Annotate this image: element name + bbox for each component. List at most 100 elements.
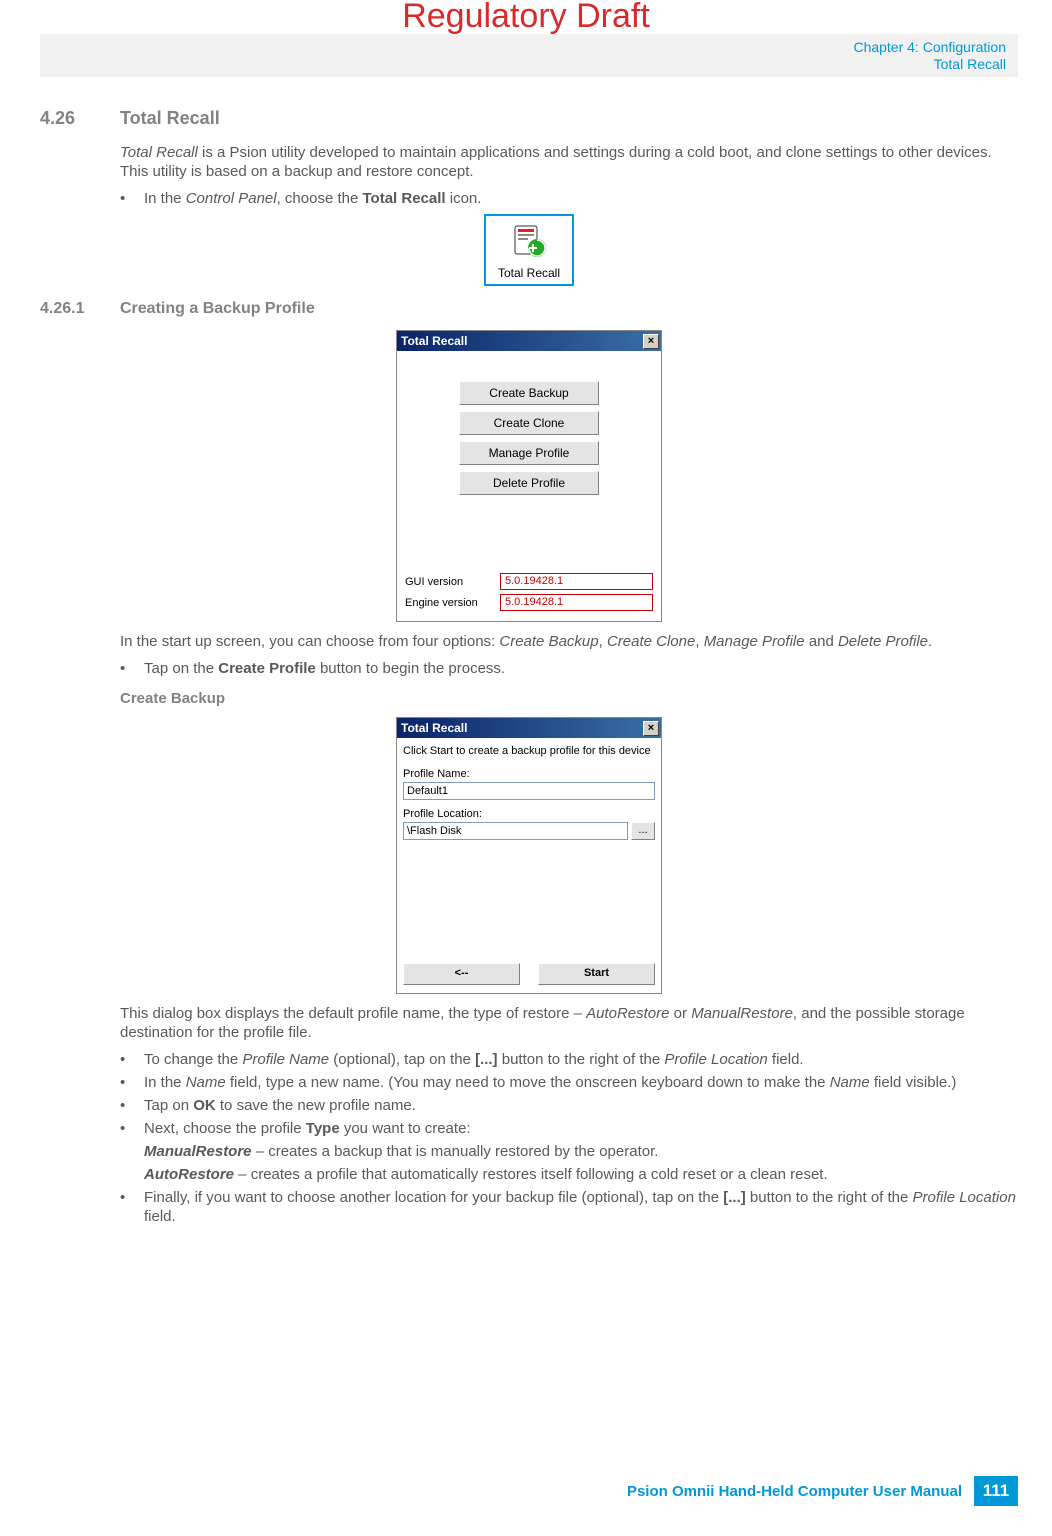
t: Control Panel [186, 190, 277, 207]
bullet-text: In the Control Panel, choose the Total R… [144, 189, 1018, 208]
t: , choose the [277, 190, 363, 207]
t: field, type a new name. (You may need to… [226, 1074, 830, 1091]
create-backup-button[interactable]: Create Backup [459, 381, 599, 405]
t: AutoRestore [144, 1166, 234, 1183]
footer: Psion Omnii Hand-Held Computer User Manu… [627, 1476, 1018, 1506]
section-number: 4.26 [40, 108, 120, 129]
manual-restore-desc: ManualRestore – creates a backup that is… [144, 1142, 1018, 1161]
profile-location-label: Profile Location: [403, 808, 655, 820]
t: , [599, 633, 607, 650]
header-chapter: Chapter 4: Configuration [853, 39, 1006, 56]
back-button[interactable]: <-- [403, 963, 520, 985]
t: This dialog box displays the default pro… [120, 1005, 586, 1022]
t: – creates a profile that automatically r… [234, 1166, 828, 1183]
bullet-marker: • [120, 659, 144, 678]
engine-version-label: Engine version [405, 597, 500, 609]
section-title: Total Recall [120, 108, 220, 129]
t: field visible.) [870, 1074, 957, 1091]
total-recall-main-dialog: Total Recall × Create Backup Create Clon… [396, 330, 662, 622]
profile-location-input[interactable] [403, 822, 628, 840]
t: Finally, if you want to choose another l… [144, 1189, 723, 1206]
t: and [805, 633, 838, 650]
page-number: 111 [974, 1476, 1018, 1506]
create-backup-dialog: Total Recall × Click Start to create a b… [396, 717, 662, 994]
gui-version-value: 5.0.19428.1 [500, 573, 653, 590]
text: is a Psion utility developed to maintain… [120, 144, 992, 180]
t: Delete Profile [838, 633, 928, 650]
t: To change the [144, 1051, 242, 1068]
t: Profile Location [913, 1189, 1016, 1206]
profile-name-label: Profile Name: [403, 768, 655, 780]
t: field. [144, 1208, 176, 1225]
bullet-type-new-name: • In the Name field, type a new name. (Y… [120, 1073, 1018, 1092]
bullet-marker: • [120, 1073, 144, 1092]
bullet-tap-ok: • Tap on OK to save the new profile name… [120, 1096, 1018, 1115]
header-bar: Chapter 4: Configuration Total Recall [40, 34, 1018, 77]
dialog-title: Total Recall [401, 721, 467, 735]
bullet-marker: • [120, 189, 144, 208]
t: button to the right of the [746, 1189, 913, 1206]
t: AutoRestore [586, 1005, 669, 1022]
t: . [928, 633, 932, 650]
t: [...] [475, 1051, 498, 1068]
t: field. [768, 1051, 804, 1068]
t: Manage Profile [704, 633, 805, 650]
section-4-26-heading: 4.26 Total Recall [40, 108, 1018, 129]
t: In the start up screen, you can choose f… [120, 633, 499, 650]
options-paragraph: In the start up screen, you can choose f… [120, 632, 1018, 651]
dialog-body: Click Start to create a backup profile f… [397, 738, 661, 993]
gui-version-label: GUI version [405, 576, 500, 588]
header-section: Total Recall [853, 56, 1006, 73]
t: Total Recall [363, 190, 446, 207]
t: Tap on the [144, 660, 218, 677]
t: In the [144, 190, 186, 207]
delete-profile-button[interactable]: Delete Profile [459, 471, 599, 495]
t: Create Profile [218, 660, 316, 677]
t: icon. [446, 190, 482, 207]
t: Next, choose the profile [144, 1120, 306, 1137]
t: In the [144, 1074, 186, 1091]
dialog-message: Click Start to create a backup profile f… [403, 744, 655, 758]
dialog-body: Create Backup Create Clone Manage Profil… [397, 351, 661, 621]
t: [...] [723, 1189, 746, 1206]
bullet-choose-type: • Next, choose the profile Type you want… [120, 1119, 1018, 1138]
main-content: 4.26 Total Recall Total Recall is a Psio… [40, 108, 1018, 1230]
bullet-change-profile-name: • To change the Profile Name (optional),… [120, 1050, 1018, 1069]
create-clone-button[interactable]: Create Clone [459, 411, 599, 435]
start-button[interactable]: Start [538, 963, 655, 985]
watermark: Regulatory Draft [0, 0, 1052, 36]
section-4-26-1-heading: 4.26.1 Creating a Backup Profile [40, 300, 1018, 318]
footer-text: Psion Omnii Hand-Held Computer User Manu… [627, 1483, 962, 1500]
manage-profile-button[interactable]: Manage Profile [459, 441, 599, 465]
version-info: GUI version 5.0.19428.1 Engine version 5… [405, 569, 653, 611]
subsection-title: Creating a Backup Profile [120, 300, 315, 318]
t: or [670, 1005, 692, 1022]
bullet-marker: • [120, 1050, 144, 1069]
browse-button[interactable]: ... [631, 822, 655, 840]
close-button[interactable]: × [643, 721, 659, 736]
create-backup-subhead: Create Backup [120, 690, 1018, 707]
t: Create Backup [499, 633, 598, 650]
t: OK [193, 1097, 216, 1114]
bullet-text: Tap on OK to save the new profile name. [144, 1096, 1018, 1115]
close-button[interactable]: × [643, 334, 659, 349]
t: button to begin the process. [316, 660, 505, 677]
bullet-marker: • [120, 1119, 144, 1138]
t: Create Clone [607, 633, 695, 650]
total-recall-icon [509, 222, 549, 262]
auto-restore-desc: AutoRestore – creates a profile that aut… [144, 1165, 1018, 1184]
bullet-text: In the Name field, type a new name. (You… [144, 1073, 1018, 1092]
t: button to the right of the [498, 1051, 665, 1068]
t: (optional), tap on the [329, 1051, 475, 1068]
bullet-marker: • [120, 1188, 144, 1226]
t: – creates a backup that is manually rest… [252, 1143, 659, 1160]
bullet-marker: • [120, 1096, 144, 1115]
profile-name-input[interactable] [403, 782, 655, 800]
intro-paragraph: Total Recall is a Psion utility develope… [120, 143, 1018, 181]
bullet-open-total-recall: • In the Control Panel, choose the Total… [120, 189, 1018, 208]
subsection-number: 4.26.1 [40, 300, 120, 318]
bullet-text: Tap on the Create Profile button to begi… [144, 659, 1018, 678]
t: to save the new profile name. [216, 1097, 416, 1114]
t: Name [186, 1074, 226, 1091]
bullet-choose-location: • Finally, if you want to choose another… [120, 1188, 1018, 1226]
